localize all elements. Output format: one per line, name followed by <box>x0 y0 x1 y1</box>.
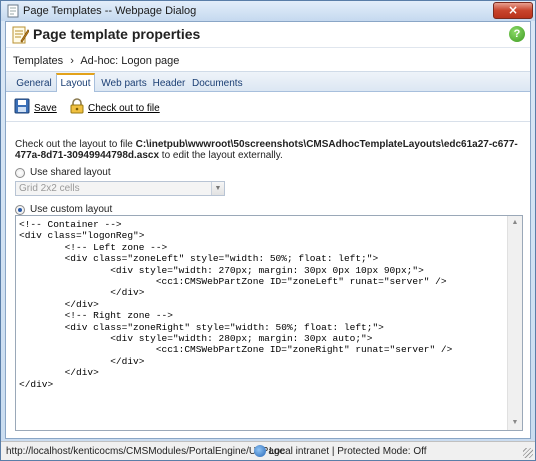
tab-general[interactable]: General <box>13 76 55 93</box>
tab-web-parts[interactable]: Web parts <box>100 76 148 93</box>
page-templates-icon <box>7 4 19 18</box>
action-toolbar: Save Check out to file <box>6 92 530 122</box>
breadcrumb-current: Ad-hoc: Logon page <box>80 55 180 67</box>
page-properties-icon <box>12 26 29 44</box>
resize-grip[interactable] <box>523 448 533 458</box>
check-out-to-file-button[interactable]: Check out to file <box>88 103 160 114</box>
help-icon[interactable]: ? <box>509 26 525 42</box>
dialog-window: Page Templates -- Webpage Dialog × Page … <box>0 0 536 461</box>
use-shared-layout-label[interactable]: Use shared layout <box>30 167 111 178</box>
breadcrumb-link-templates[interactable]: Templates <box>13 55 63 67</box>
chevron-down-icon[interactable]: ▼ <box>211 182 224 195</box>
shared-layout-selected-value: Grid 2x2 cells <box>19 183 80 194</box>
tab-strip: General Layout Web parts Header Document… <box>6 71 530 93</box>
tab-header[interactable]: Header <box>151 76 187 93</box>
use-custom-layout-label[interactable]: Use custom layout <box>30 204 112 215</box>
security-zone-status: Local intranet | Protected Mode: Off <box>269 446 427 457</box>
page-title: Page template properties <box>33 26 201 42</box>
save-icon[interactable] <box>14 98 30 114</box>
breadcrumb: Templates › Ad-hoc: Logon page <box>13 55 179 67</box>
globe-icon <box>254 445 266 457</box>
editor-vertical-scrollbar[interactable]: ▲ ▼ <box>507 216 522 430</box>
info-prefix: Check out the layout to file <box>15 139 136 150</box>
tab-layout[interactable]: Layout <box>56 73 95 93</box>
shared-layout-select[interactable]: Grid 2x2 cells ▼ <box>15 181 225 196</box>
dialog-header: Page template properties ? <box>6 22 530 48</box>
save-button[interactable]: Save <box>34 103 57 114</box>
window-title: Page Templates -- Webpage Dialog <box>23 5 197 17</box>
use-shared-layout-radio[interactable] <box>15 168 25 178</box>
scroll-up-icon[interactable]: ▲ <box>508 216 522 230</box>
info-suffix: to edit the layout externally. <box>159 150 283 161</box>
dialog-content: Page template properties ? Templates › A… <box>5 21 531 439</box>
close-button[interactable]: × <box>493 2 533 19</box>
lock-icon[interactable] <box>69 98 85 114</box>
status-bar: http://localhost/kenticocms/CMSModules/P… <box>1 441 535 460</box>
layout-code-editor[interactable]: <!-- Container --> <div class="logonReg"… <box>15 215 523 431</box>
status-url: http://localhost/kenticocms/CMSModules/P… <box>6 446 286 457</box>
title-bar: Page Templates -- Webpage Dialog × <box>1 1 535 21</box>
checkout-info-text: Check out the layout to file C:\inetpub\… <box>15 139 525 161</box>
breadcrumb-separator: › <box>70 55 74 67</box>
tab-documents[interactable]: Documents <box>192 76 243 93</box>
layout-code-text[interactable]: <!-- Container --> <div class="logonReg"… <box>19 219 505 427</box>
use-custom-layout-radio[interactable] <box>15 205 25 215</box>
scroll-down-icon[interactable]: ▼ <box>508 416 522 430</box>
